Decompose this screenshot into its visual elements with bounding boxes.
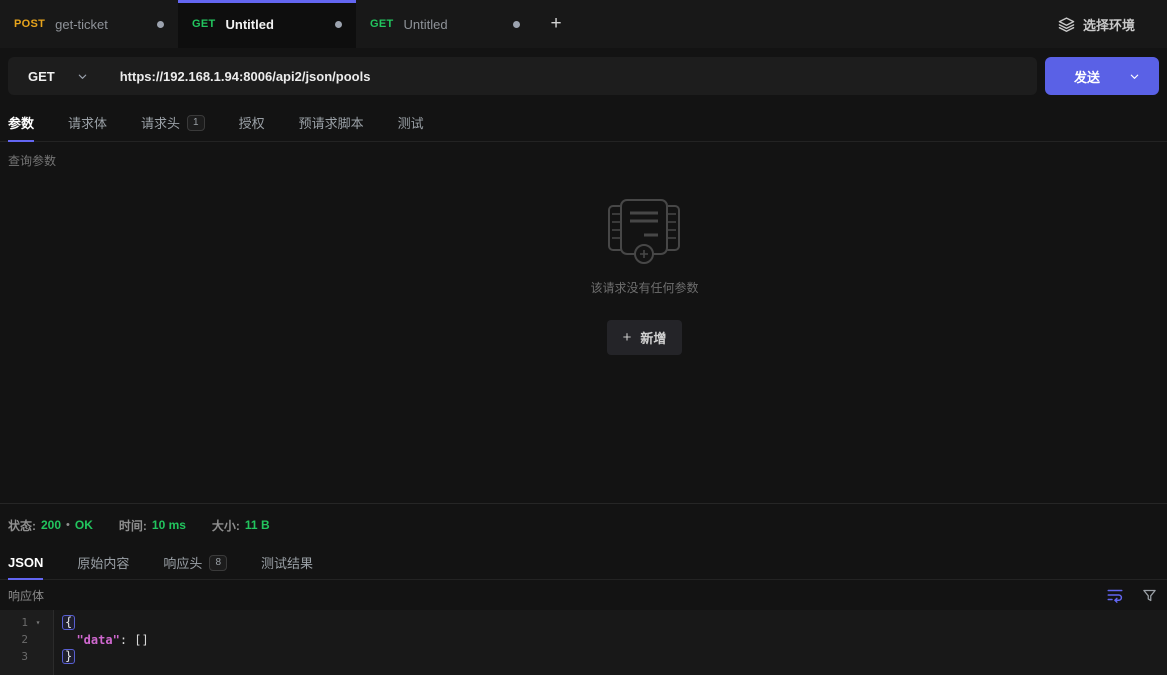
close-brace-token: } — [62, 649, 76, 664]
request-tab-untitled-active[interactable]: GET Untitled — [178, 0, 356, 48]
tab-test-results[interactable]: 测试结果 — [261, 546, 313, 579]
tab-label: 授权 — [238, 116, 265, 131]
line-number: 1 — [21, 616, 28, 629]
code-line: "data": [] — [62, 631, 1167, 648]
tab-title: Untitled — [403, 16, 448, 32]
method-label-get: GET — [370, 18, 394, 30]
empty-state: 该请求没有任何参数 + 新增 — [590, 169, 699, 355]
request-url-value: https://192.168.1.94:8006/api2/json/pool… — [119, 68, 371, 84]
request-tab-untitled[interactable]: GET Untitled — [356, 0, 534, 48]
request-tab-get-ticket[interactable]: POST get-ticket — [0, 0, 178, 48]
tab-params[interactable]: 参数 — [8, 104, 35, 142]
response-status-bar: 状态: 200 • OK 时间: 10 ms 大小: 11 B — [0, 504, 1167, 546]
word-wrap-icon[interactable] — [1106, 586, 1124, 604]
tab-label: 预请求脚本 — [298, 116, 364, 131]
tab-label: 请求头 — [141, 116, 181, 131]
unsaved-dot — [335, 20, 342, 28]
time-label: 时间: — [118, 518, 147, 533]
tab-headers[interactable]: 请求头 1 — [141, 104, 205, 141]
code-lines: { "data": [] } — [54, 610, 1167, 675]
response-json-viewer[interactable]: 1 ▾ 2 3 { "data": [] } — [0, 610, 1167, 675]
tab-label: 请求体 — [68, 116, 108, 131]
tab-label: 测试结果 — [261, 556, 314, 571]
code-line: } — [62, 648, 1167, 665]
send-button[interactable]: 发送 — [1045, 57, 1159, 95]
unsaved-dot — [513, 20, 520, 28]
tab-tests[interactable]: 测试 — [398, 104, 424, 141]
empty-params-illustration — [600, 197, 688, 265]
status-code: 200 — [41, 518, 62, 532]
tab-title: Untitled — [225, 16, 274, 32]
query-params-label: 查询参数 — [8, 154, 57, 168]
tab-raw[interactable]: 原始内容 — [77, 546, 129, 579]
request-tab-bar: POST get-ticket GET Untitled GET Untitle… — [0, 0, 1167, 48]
json-value-token: : [] — [119, 632, 149, 647]
tab-label: JSON — [8, 555, 44, 570]
gutter-row: 3 — [0, 648, 53, 665]
editor-gutter: 1 ▾ 2 3 — [0, 610, 54, 675]
tab-response-headers[interactable]: 响应头 8 — [163, 546, 227, 579]
new-tab-button[interactable]: + — [534, 0, 578, 48]
environment-label: 选择环境 — [1082, 17, 1135, 33]
unsaved-dot — [157, 20, 164, 28]
tab-json[interactable]: JSON — [8, 546, 44, 580]
gutter-row: 2 — [0, 631, 53, 648]
response-body-label: 响应体 — [8, 588, 45, 603]
tab-pre-request-script[interactable]: 预请求脚本 — [299, 104, 364, 141]
line-number: 3 — [21, 650, 28, 663]
tab-label: 响应头 — [163, 556, 203, 571]
response-subtabs: JSON 原始内容 响应头 8 测试结果 — [0, 546, 1167, 580]
method-label-get: GET — [192, 18, 216, 30]
environment-selector[interactable]: 选择环境 — [1058, 0, 1167, 48]
plus-icon: + — [622, 329, 632, 346]
time-value: 10 ms — [151, 518, 186, 532]
code-line: { — [62, 614, 1167, 631]
method-dropdown[interactable]: GET — [8, 57, 106, 95]
line-number: 2 — [21, 633, 28, 646]
tab-title: get-ticket — [55, 16, 108, 32]
plus-icon: + — [550, 13, 562, 34]
tab-label: 原始内容 — [77, 556, 130, 571]
selected-method: GET — [28, 68, 55, 84]
params-pane: 该请求没有任何参数 + 新增 — [0, 169, 1167, 503]
size-value: 11 B — [244, 518, 270, 532]
json-key-token: "data" — [76, 632, 120, 647]
method-label-post: POST — [14, 18, 46, 30]
request-subtabs: 参数 请求体 请求头 1 授权 预请求脚本 测试 — [0, 104, 1167, 142]
layers-icon — [1058, 16, 1075, 33]
status-text: OK — [74, 518, 93, 532]
add-param-button[interactable]: + 新增 — [606, 320, 683, 355]
empty-params-text: 该请求没有任何参数 — [590, 281, 699, 295]
tab-label: 测试 — [397, 116, 424, 131]
tabbar-spacer — [578, 0, 1058, 48]
tab-label: 参数 — [8, 116, 35, 131]
open-brace-token: { — [62, 615, 76, 630]
filter-funnel-icon[interactable] — [1142, 588, 1157, 603]
headers-count-badge: 1 — [187, 114, 205, 131]
status-separator-dot: • — [66, 519, 70, 531]
add-param-label: 新增 — [640, 331, 667, 346]
url-row: GET https://192.168.1.94:8006/api2/json/… — [0, 48, 1167, 104]
status-group: 状态: 200 • OK — [8, 517, 93, 534]
response-body-actions — [1106, 586, 1157, 604]
response-headers-count-badge: 8 — [209, 554, 227, 571]
send-options-caret[interactable] — [1129, 71, 1159, 82]
send-button-label: 发送 — [1073, 69, 1100, 85]
response-body-row: 响应体 — [0, 580, 1167, 610]
tab-body[interactable]: 请求体 — [68, 104, 107, 141]
status-label: 状态: — [8, 518, 36, 533]
tab-auth[interactable]: 授权 — [239, 104, 265, 141]
size-label: 大小: — [211, 518, 240, 533]
gutter-row: 1 ▾ — [0, 614, 53, 631]
time-group: 时间: 10 ms — [119, 517, 186, 534]
request-url-input[interactable]: GET https://192.168.1.94:8006/api2/json/… — [8, 57, 1037, 95]
chevron-down-icon — [77, 71, 88, 82]
size-group: 大小: 11 B — [212, 517, 270, 534]
fold-caret-icon[interactable]: ▾ — [28, 618, 48, 627]
api-client-window: POST get-ticket GET Untitled GET Untitle… — [0, 0, 1167, 675]
